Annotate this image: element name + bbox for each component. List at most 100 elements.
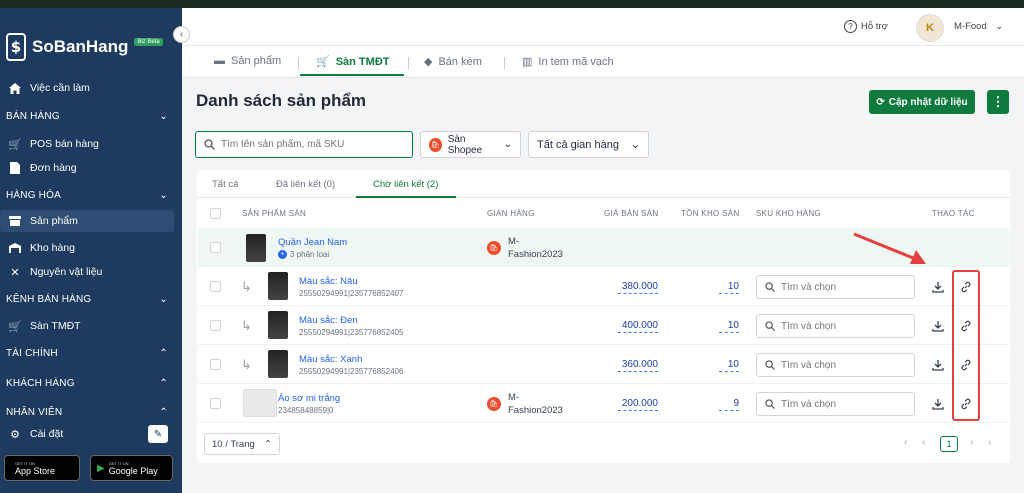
subtab-linked[interactable]: Đã liên kết (0) xyxy=(276,179,335,190)
box-icon: ▬ xyxy=(214,55,225,67)
avatar[interactable]: K xyxy=(916,14,944,42)
help-link[interactable]: ? Hỗ trợ xyxy=(844,20,888,33)
sku-input[interactable] xyxy=(781,398,901,410)
variant-name-link[interactable]: Màu sắc: Xanh xyxy=(299,354,362,365)
stock-value[interactable]: 10 xyxy=(719,359,739,372)
annotation-arrow-icon xyxy=(853,232,926,264)
sku-select[interactable] xyxy=(756,314,915,338)
tab-products[interactable]: ▬ Sản phẩm xyxy=(214,55,281,67)
user-menu[interactable]: M-Food ⌄ xyxy=(954,21,1003,32)
product-thumbnail xyxy=(268,350,288,378)
shopee-icon: 🛍 xyxy=(487,241,501,255)
sidebar-item-label: Sản phẩm xyxy=(30,215,78,227)
tab-bundles[interactable]: ◆ Bán kèm xyxy=(424,55,482,69)
section-label: BÁN HÀNG xyxy=(6,110,60,122)
page-size-select[interactable]: 10 / Trang ⌃ xyxy=(204,433,280,455)
stock-value[interactable]: 10 xyxy=(719,320,739,333)
child-arrow-icon: ↳ xyxy=(241,357,252,372)
download-icon[interactable] xyxy=(931,280,945,294)
next-page-icon[interactable]: › xyxy=(988,437,991,448)
sidebar-item-label: Sàn TMĐT xyxy=(30,320,81,332)
platform-select[interactable]: 🛍 Sàn Shopee ⌄ xyxy=(420,131,521,158)
tab-ecommerce[interactable]: 🛒 Sàn TMĐT xyxy=(316,55,389,69)
sidebar-section-channels[interactable]: KÊNH BÁN HÀNG ⌄ xyxy=(0,291,182,307)
sidebar-item-materials[interactable]: ✕ Nguyên vật liệu xyxy=(0,264,182,280)
sidebar-item-pos[interactable]: 🛒 POS bán hàng xyxy=(0,136,182,152)
chevron-up-icon: ⌃ xyxy=(159,377,168,389)
store-text: GET IT ON App Store xyxy=(15,461,55,476)
store-select[interactable]: Tất cả gian hàng ⌄ xyxy=(528,131,649,158)
gear-icon: ⚙ xyxy=(10,428,20,441)
product-name-link[interactable]: Áo sơ mi trắng xyxy=(278,393,340,404)
row-checkbox[interactable] xyxy=(210,398,221,409)
variant-name-link[interactable]: Màu sắc: Nâu xyxy=(299,276,358,287)
prev-arrow-icon[interactable]: ‹ xyxy=(922,437,925,448)
product-thumbnail xyxy=(246,234,266,262)
sidebar-item-ecommerce[interactable]: 🛒 Sàn TMĐT xyxy=(0,318,182,334)
row-checkbox[interactable] xyxy=(210,359,221,370)
download-icon[interactable] xyxy=(931,397,945,411)
prev-page-icon[interactable]: ‹ xyxy=(904,437,907,448)
price-value[interactable]: 200.000 xyxy=(618,398,658,411)
column-header: SKU KHO HÀNG xyxy=(756,209,821,218)
sidebar-section-goods[interactable]: HÀNG HÓA ⌄ xyxy=(0,187,182,203)
column-header: GIÁ BÁN SÀN xyxy=(604,209,659,218)
sidebar-item-warehouse[interactable]: Kho hàng xyxy=(0,240,182,256)
row-checkbox[interactable] xyxy=(210,320,221,331)
price-value[interactable]: 380.000 xyxy=(618,281,658,294)
subtab-pending[interactable]: Chờ liên kết (2) xyxy=(373,179,438,190)
chevron-down-icon: ⌄ xyxy=(630,139,640,151)
price-value[interactable]: 400.000 xyxy=(618,320,658,333)
sku-select[interactable] xyxy=(756,275,915,299)
window-top-strip xyxy=(0,0,1024,8)
top-header: ? Hỗ trợ K M-Food ⌄ xyxy=(182,8,1024,46)
sidebar-section-sales[interactable]: BÁN HÀNG ⌄ xyxy=(0,108,182,124)
product-name-link[interactable]: Quần Jean Nam xyxy=(278,237,347,248)
download-icon[interactable] xyxy=(931,319,945,333)
sidebar: $ SoBanHang Biz Beta Việc cần làm BÁN HÀ… xyxy=(0,8,182,493)
cart-icon: 🛒 xyxy=(316,56,330,68)
stock-value[interactable]: 10 xyxy=(719,281,739,294)
price-value[interactable]: 360.000 xyxy=(618,359,658,372)
sku-select[interactable] xyxy=(756,392,915,416)
tab-barcode[interactable]: ▥ In tem mã vạch xyxy=(522,55,614,69)
sku-input[interactable] xyxy=(781,320,901,332)
product-thumbnail xyxy=(268,311,288,339)
update-data-button[interactable]: ⟳ Cập nhật dữ liệu xyxy=(869,90,975,114)
sidebar-item-todo[interactable]: Việc cần làm xyxy=(0,80,182,96)
more-options-button[interactable]: ⋮ xyxy=(987,90,1009,114)
select-all-checkbox[interactable] xyxy=(210,208,221,219)
search-box[interactable] xyxy=(195,131,413,158)
google-play-button[interactable]: ▶ GET IT ON Google Play xyxy=(90,455,173,481)
box-icon xyxy=(8,215,22,227)
brand[interactable]: $ SoBanHang Biz Beta xyxy=(6,32,163,62)
edit-icon[interactable]: ✎ xyxy=(148,425,168,443)
sku-input[interactable] xyxy=(781,359,901,371)
search-input[interactable] xyxy=(221,139,401,150)
sku-select[interactable] xyxy=(756,353,915,377)
sidebar-item-products[interactable]: Sản phẩm xyxy=(0,210,174,232)
store-line: M- xyxy=(508,392,520,403)
row-checkbox[interactable] xyxy=(210,281,221,292)
sidebar-section-customers[interactable]: KHÁCH HÀNG ⌃ xyxy=(0,375,182,391)
variant-name-link[interactable]: Màu sắc: Đen xyxy=(299,315,358,326)
active-subtab-underline xyxy=(356,196,456,198)
stock-value[interactable]: 9 xyxy=(719,398,739,411)
next-arrow-icon[interactable]: › xyxy=(970,437,973,448)
page-current[interactable]: 1 xyxy=(940,436,958,452)
sidebar-collapse-button[interactable]: ‹ xyxy=(173,26,190,43)
section-label: TÀI CHÍNH xyxy=(6,347,58,359)
download-icon[interactable] xyxy=(931,358,945,372)
variant-count: +3 phân loại xyxy=(278,250,329,259)
variant-code: 25550294991|235776852407 xyxy=(299,289,404,298)
sidebar-item-orders[interactable]: Đơn hàng xyxy=(0,160,182,176)
sidebar-section-finance[interactable]: TÀI CHÍNH ⌃ xyxy=(0,345,182,361)
search-icon xyxy=(765,282,775,292)
row-checkbox[interactable] xyxy=(210,242,221,253)
store-text: GET IT ON Google Play xyxy=(109,461,158,476)
sku-input[interactable] xyxy=(781,281,901,293)
subtab-all[interactable]: Tất cả xyxy=(212,179,238,190)
sidebar-section-staff[interactable]: NHÂN VIÊN ⌃ xyxy=(0,404,182,420)
chevron-up-icon: ⌃ xyxy=(159,406,168,418)
app-store-button[interactable]: GET IT ON App Store xyxy=(4,455,80,481)
